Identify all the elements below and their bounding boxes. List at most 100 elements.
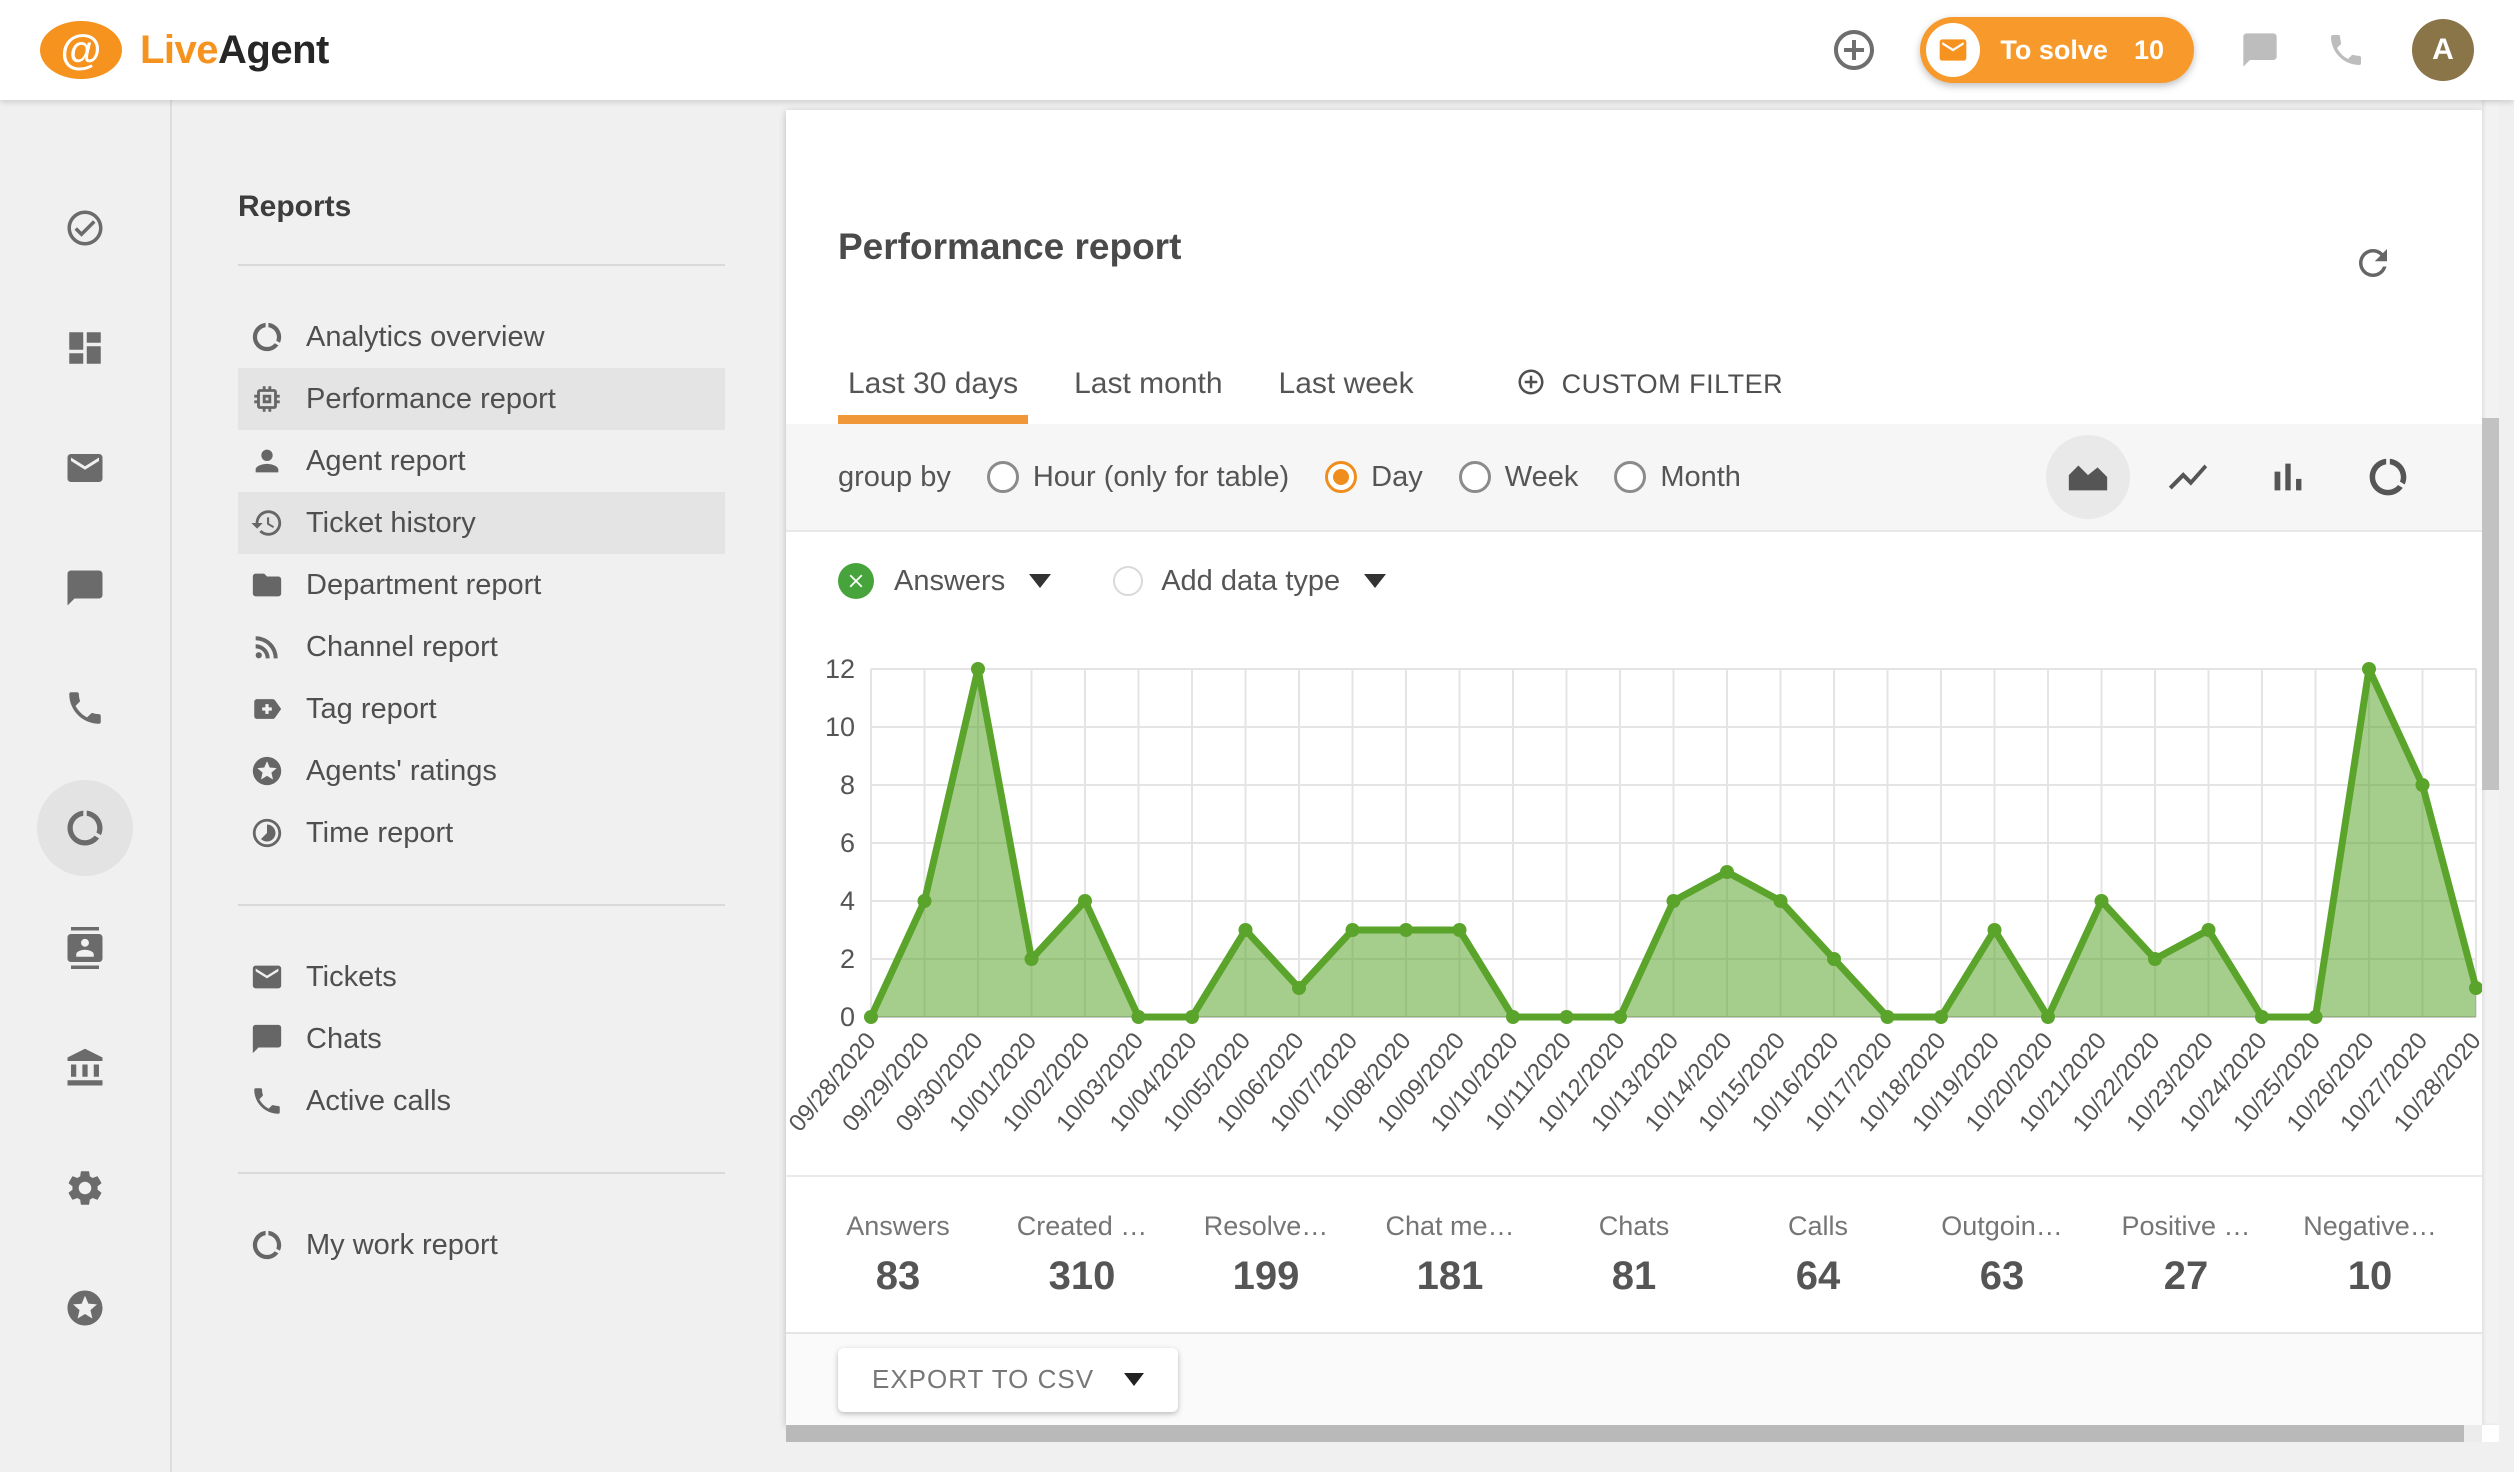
nav-item-tickets[interactable]: Tickets bbox=[238, 946, 725, 1008]
radio-month[interactable]: Month bbox=[1614, 461, 1741, 494]
rail-item-dashboard[interactable] bbox=[25, 288, 145, 408]
tab-last-30-days[interactable]: Last 30 days bbox=[838, 344, 1028, 424]
stat-label: Negative… bbox=[2303, 1211, 2437, 1242]
export-caret-icon bbox=[1124, 1373, 1144, 1386]
chat-icon-wrap bbox=[250, 1022, 284, 1056]
stat-value: 181 bbox=[1417, 1254, 1484, 1299]
rail-item-calls[interactable] bbox=[25, 648, 145, 768]
stat-outgoin: Outgoin…63 bbox=[1910, 1177, 2094, 1332]
custom-filter-label: CUSTOM FILTER bbox=[1562, 369, 1784, 400]
nav-item-ticket-history[interactable]: Ticket history bbox=[238, 492, 725, 554]
chart-type-tools bbox=[2046, 435, 2430, 519]
radio-hour-only-for-table[interactable]: Hour (only for table) bbox=[987, 461, 1289, 494]
rail-item-ratings[interactable] bbox=[25, 1248, 145, 1368]
refresh-button[interactable] bbox=[2352, 242, 2394, 284]
performance-chart[interactable]: 09/28/202009/29/202009/30/202010/01/2020… bbox=[786, 630, 2482, 1175]
stat-label: Answers bbox=[846, 1211, 950, 1242]
folder-icon bbox=[250, 568, 284, 602]
radio-label: Hour (only for table) bbox=[1033, 461, 1289, 494]
person-icon-wrap bbox=[250, 444, 284, 478]
close-icon bbox=[845, 570, 867, 592]
stat-answers: Answers 83 bbox=[806, 1177, 990, 1332]
tab-last-month[interactable]: Last month bbox=[1064, 344, 1232, 424]
dashboard-icon bbox=[64, 327, 106, 369]
radio-day[interactable]: Day bbox=[1325, 461, 1423, 494]
rail-item-settings[interactable] bbox=[25, 1128, 145, 1248]
to-solve-button[interactable]: To solve 10 bbox=[1920, 17, 2194, 83]
chats-topbar-button[interactable] bbox=[2240, 30, 2280, 70]
add-data-type-button[interactable]: Add data type bbox=[1113, 565, 1386, 598]
mail-icon bbox=[250, 960, 284, 994]
stat-label: Outgoin… bbox=[1941, 1211, 2063, 1242]
bar-chart-button[interactable] bbox=[2246, 435, 2330, 519]
nav-section: TicketsChats Active calls bbox=[238, 946, 725, 1132]
folder-icon-wrap bbox=[250, 568, 284, 602]
stat-value: 83 bbox=[876, 1254, 921, 1299]
performance-report-card: Performance report Last 30 daysLast mont… bbox=[786, 110, 2482, 1425]
to-solve-count: 10 bbox=[2134, 35, 2164, 66]
liveagent-logo[interactable]: @ LiveAgent bbox=[40, 21, 329, 79]
nav-item-performance-report[interactable]: Performance report bbox=[238, 368, 725, 430]
nav-item-analytics-overview[interactable]: Analytics overview bbox=[238, 306, 725, 368]
horizontal-scrollbar-thumb[interactable] bbox=[786, 1425, 2464, 1442]
add-circle-icon bbox=[1516, 367, 1546, 397]
gear-icon bbox=[64, 1167, 106, 1209]
star-circle-icon bbox=[250, 754, 284, 788]
star-circle-icon bbox=[64, 1287, 106, 1329]
reports-nav-list: Reports Analytics overviewPerformance re… bbox=[238, 100, 725, 1276]
nav-item-department-report[interactable]: Department report bbox=[238, 554, 725, 616]
nav-item-time-report[interactable]: Time report bbox=[238, 802, 725, 864]
top-bar: @ LiveAgent To solve 10 A bbox=[0, 0, 2514, 100]
divider bbox=[238, 1172, 725, 1174]
export-row: EXPORT TO CSV bbox=[786, 1332, 2482, 1425]
add-new-button[interactable] bbox=[1830, 26, 1878, 74]
nav-item-my-work-report[interactable]: My work report bbox=[238, 1214, 725, 1276]
data-usage-icon-wrap bbox=[250, 1228, 284, 1262]
stat-label: Chat me… bbox=[1385, 1211, 1514, 1242]
tab-label: Last month bbox=[1074, 367, 1222, 401]
mail-icon bbox=[1937, 34, 1969, 66]
group-by-bar: group by Hour (only for table)DayWeekMon… bbox=[786, 424, 2482, 532]
nav-section: Analytics overviewPerformance reportAgen… bbox=[238, 306, 725, 864]
nav-item-agents-ratings[interactable]: Agents' ratings bbox=[238, 740, 725, 802]
rail-item-contacts[interactable] bbox=[25, 888, 145, 1008]
line-chart-button[interactable] bbox=[2146, 435, 2230, 519]
nav-item-tag-report[interactable]: Tag report bbox=[238, 678, 725, 740]
radio-label: Day bbox=[1371, 461, 1423, 494]
phone-icon bbox=[64, 687, 106, 729]
nav-item-chats[interactable]: Chats bbox=[238, 1008, 725, 1070]
horizontal-scrollbar[interactable] bbox=[786, 1425, 2482, 1442]
radio-circle-icon bbox=[987, 461, 1019, 493]
rail-item-organization[interactable] bbox=[25, 1008, 145, 1128]
nav-item-label: Department report bbox=[306, 569, 541, 602]
svg-text:4: 4 bbox=[840, 886, 855, 916]
avatar[interactable]: A bbox=[2412, 19, 2474, 81]
export-to-csv-button[interactable]: EXPORT TO CSV bbox=[838, 1348, 1178, 1412]
tab-last-week[interactable]: Last week bbox=[1269, 344, 1424, 424]
nav-item-agent-report[interactable]: Agent report bbox=[238, 430, 725, 492]
phone-icon bbox=[2326, 30, 2366, 70]
reload-chart-button[interactable] bbox=[2346, 435, 2430, 519]
vertical-scrollbar[interactable] bbox=[2482, 100, 2499, 1425]
radio-week[interactable]: Week bbox=[1459, 461, 1579, 494]
nav-item-label: Active calls bbox=[306, 1085, 451, 1118]
custom-filter-button[interactable]: CUSTOM FILTER bbox=[1516, 367, 1784, 402]
rail-item-reports[interactable] bbox=[25, 768, 145, 888]
nav-item-channel-report[interactable]: Channel report bbox=[238, 616, 725, 678]
rail-item-tasks[interactable] bbox=[25, 168, 145, 288]
logo-agent: Agent bbox=[218, 28, 329, 72]
vertical-scrollbar-thumb[interactable] bbox=[2482, 418, 2499, 790]
nav-item-active-calls[interactable]: Active calls bbox=[238, 1070, 725, 1132]
series-dropdown-caret-icon[interactable] bbox=[1029, 574, 1051, 588]
tag-icon bbox=[250, 692, 284, 726]
line-chart-icon bbox=[2165, 454, 2211, 500]
calls-topbar-button[interactable] bbox=[2326, 30, 2366, 70]
phone-icon bbox=[250, 1084, 284, 1118]
rail-item-tickets[interactable] bbox=[25, 408, 145, 528]
icon-rail bbox=[0, 100, 170, 1472]
area-chart-button[interactable] bbox=[2046, 435, 2130, 519]
rail-item-chats[interactable] bbox=[25, 528, 145, 648]
stat-value: 310 bbox=[1049, 1254, 1116, 1299]
remove-answers-series-button[interactable] bbox=[838, 563, 874, 599]
person-icon bbox=[250, 444, 284, 478]
